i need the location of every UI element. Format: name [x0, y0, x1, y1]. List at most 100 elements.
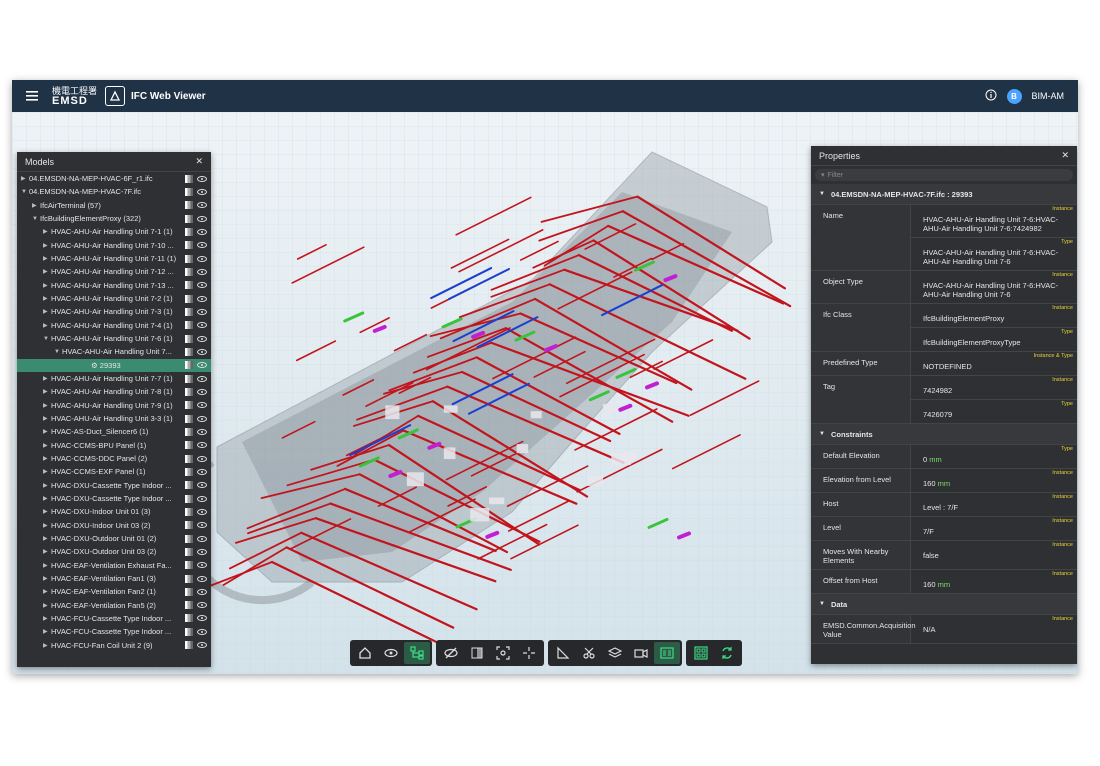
isolate-icon[interactable] [185, 574, 193, 583]
isolate-icon[interactable] [185, 561, 193, 570]
tree-item[interactable]: ▼ 04.EMSDN-NA-MEP-HVAC-7F.ifc [17, 185, 211, 198]
tree-item[interactable]: ▶ HVAC-AS-Duct_Silencer6 (1) [17, 425, 211, 438]
visibility-eye-icon[interactable] [197, 602, 207, 609]
tree-item[interactable]: ▶ HVAC-DXU-Outdoor Unit 01 (2) [17, 532, 211, 545]
eye-icon[interactable] [378, 642, 404, 664]
visibility-eye-icon[interactable] [197, 362, 207, 369]
user-name[interactable]: BIM-AM [1032, 91, 1065, 101]
chevron-right-icon[interactable]: ▶ [32, 202, 40, 209]
visibility-eye-icon[interactable] [197, 335, 207, 342]
visibility-eye-icon[interactable] [197, 428, 207, 435]
chevron-right-icon[interactable]: ▶ [43, 402, 51, 409]
chevron-right-icon[interactable]: ▶ [43, 375, 51, 382]
tree-item[interactable]: ▶ HVAC-AHU-Air Handling Unit 7-4 (1) [17, 319, 211, 332]
visibility-eye-icon[interactable] [197, 322, 207, 329]
isolate-icon[interactable] [185, 187, 193, 196]
visibility-eye-icon[interactable] [197, 548, 207, 555]
isolate-icon[interactable] [185, 427, 193, 436]
isolate-icon[interactable] [185, 614, 193, 623]
tree-item[interactable]: ▶ HVAC-AHU-Air Handling Unit 7-2 (1) [17, 292, 211, 305]
isolate-icon[interactable] [185, 521, 193, 530]
isolate-icon[interactable] [185, 267, 193, 276]
xray-icon[interactable] [464, 642, 490, 664]
tree-item[interactable]: ▶ HVAC-FCU-Cassette Type Indoor ... [17, 612, 211, 625]
visibility-eye-icon[interactable] [197, 188, 207, 195]
isolate-icon[interactable] [185, 441, 193, 450]
visibility-eye-icon[interactable] [197, 215, 207, 222]
chevron-right-icon[interactable]: ▶ [43, 455, 51, 462]
close-icon[interactable]: ✕ [195, 156, 203, 167]
tree-item[interactable]: ▶ HVAC-AHU-Air Handling Unit 7-1 (1) [17, 225, 211, 238]
properties-icon[interactable] [654, 642, 680, 664]
isolate-icon[interactable] [185, 321, 193, 330]
tree-item[interactable]: ▼ HVAC-AHU-Air Handling Unit 7... [17, 345, 211, 358]
chevron-right-icon[interactable]: ▶ [43, 415, 51, 422]
visibility-eye-icon[interactable] [197, 495, 207, 502]
visibility-eye-icon[interactable] [197, 482, 207, 489]
chevron-right-icon[interactable]: ▶ [43, 255, 51, 262]
visibility-eye-icon[interactable] [197, 175, 207, 182]
visibility-eye-icon[interactable] [197, 388, 207, 395]
chevron-right-icon[interactable]: ▶ [43, 468, 51, 475]
tree-item[interactable]: ▶ HVAC-EAF-Ventilation Fan5 (2) [17, 599, 211, 612]
tree-item[interactable]: ▶ HVAC-AHU-Air Handling Unit 7-7 (1) [17, 372, 211, 385]
tree-item[interactable]: ▶ IfcAirTerminal (57) [17, 199, 211, 212]
chevron-right-icon[interactable]: ▶ [43, 242, 51, 249]
tree-item[interactable]: ▶ HVAC-AHU-Air Handling Unit 7-11 (1) [17, 252, 211, 265]
chevron-right-icon[interactable]: ▶ [43, 282, 51, 289]
tree-structure-icon[interactable] [404, 642, 430, 664]
layers-icon[interactable] [602, 642, 628, 664]
isolate-icon[interactable] [185, 294, 193, 303]
visibility-eye-icon[interactable] [197, 415, 207, 422]
chevron-right-icon[interactable]: ▶ [43, 295, 51, 302]
chevron-right-icon[interactable]: ▶ [21, 175, 29, 182]
tree-item[interactable]: ▶ HVAC-AHU-Air Handling Unit 7-8 (1) [17, 385, 211, 398]
chevron-right-icon[interactable]: ▶ [43, 628, 51, 635]
tree-item[interactable]: ▶ HVAC-AHU-Air Handling Unit 7-10 ... [17, 239, 211, 252]
isolate-icon[interactable] [185, 481, 193, 490]
filter-input[interactable]: ▾ Filter [815, 169, 1073, 181]
chevron-right-icon[interactable]: ▶ [43, 495, 51, 502]
tree-item[interactable]: ▶ HVAC-AHU-Air Handling Unit 7-12 ... [17, 265, 211, 278]
camera-icon[interactable] [628, 642, 654, 664]
visibility-eye-icon[interactable] [197, 588, 207, 595]
close-icon[interactable]: ✕ [1061, 150, 1069, 161]
visibility-eye-icon[interactable] [197, 468, 207, 475]
isolate-icon[interactable] [185, 414, 193, 423]
chevron-right-icon[interactable]: ▶ [43, 268, 51, 275]
isolate-icon[interactable] [185, 641, 193, 650]
chevron-right-icon[interactable]: ▶ [43, 508, 51, 515]
isolate-icon[interactable] [185, 361, 193, 370]
grid-icon[interactable] [688, 642, 714, 664]
isolate-icon[interactable] [185, 387, 193, 396]
visibility-eye-icon[interactable] [197, 308, 207, 315]
tree-item[interactable]: ▶ HVAC-DXU-Indoor Unit 03 (2) [17, 519, 211, 532]
tree-item[interactable]: ▶ HVAC-DXU-Cassette Type Indoor ... [17, 492, 211, 505]
chevron-right-icon[interactable]: ▶ [43, 388, 51, 395]
isolate-icon[interactable] [185, 467, 193, 476]
tree-item[interactable]: ▶ HVAC-CCMS-DDC Panel (2) [17, 452, 211, 465]
tree-item[interactable]: ▶ HVAC-FCU-Cassette Type Indoor ... [17, 625, 211, 638]
chevron-right-icon[interactable]: ▶ [43, 642, 51, 649]
isolate-icon[interactable] [185, 374, 193, 383]
tree-item[interactable]: ▶ HVAC-EAF-Ventilation Fan2 (1) [17, 585, 211, 598]
isolate-icon[interactable] [185, 507, 193, 516]
visibility-eye-icon[interactable] [197, 642, 207, 649]
data-section[interactable]: ▼ Data [811, 594, 1077, 615]
chevron-right-icon[interactable]: ▶ [43, 308, 51, 315]
visibility-eye-icon[interactable] [197, 535, 207, 542]
isolate-icon[interactable] [185, 201, 193, 210]
chevron-right-icon[interactable]: ▶ [43, 602, 51, 609]
tree-item[interactable]: ▶ HVAC-AHU-Air Handling Unit 7-13 ... [17, 279, 211, 292]
visibility-eye-icon[interactable] [197, 455, 207, 462]
isolate-icon[interactable] [185, 401, 193, 410]
tree-item[interactable]: ▶ HVAC-DXU-Outdoor Unit 03 (2) [17, 545, 211, 558]
isolate-icon[interactable] [185, 547, 193, 556]
menu-icon[interactable] [12, 80, 52, 112]
isolate-icon[interactable] [185, 587, 193, 596]
visibility-eye-icon[interactable] [197, 202, 207, 209]
isolate-icon[interactable] [185, 174, 193, 183]
isolate-icon[interactable] [185, 307, 193, 316]
tree-item[interactable]: ▼ IfcBuildingElementProxy (322) [17, 212, 211, 225]
visibility-eye-icon[interactable] [197, 562, 207, 569]
